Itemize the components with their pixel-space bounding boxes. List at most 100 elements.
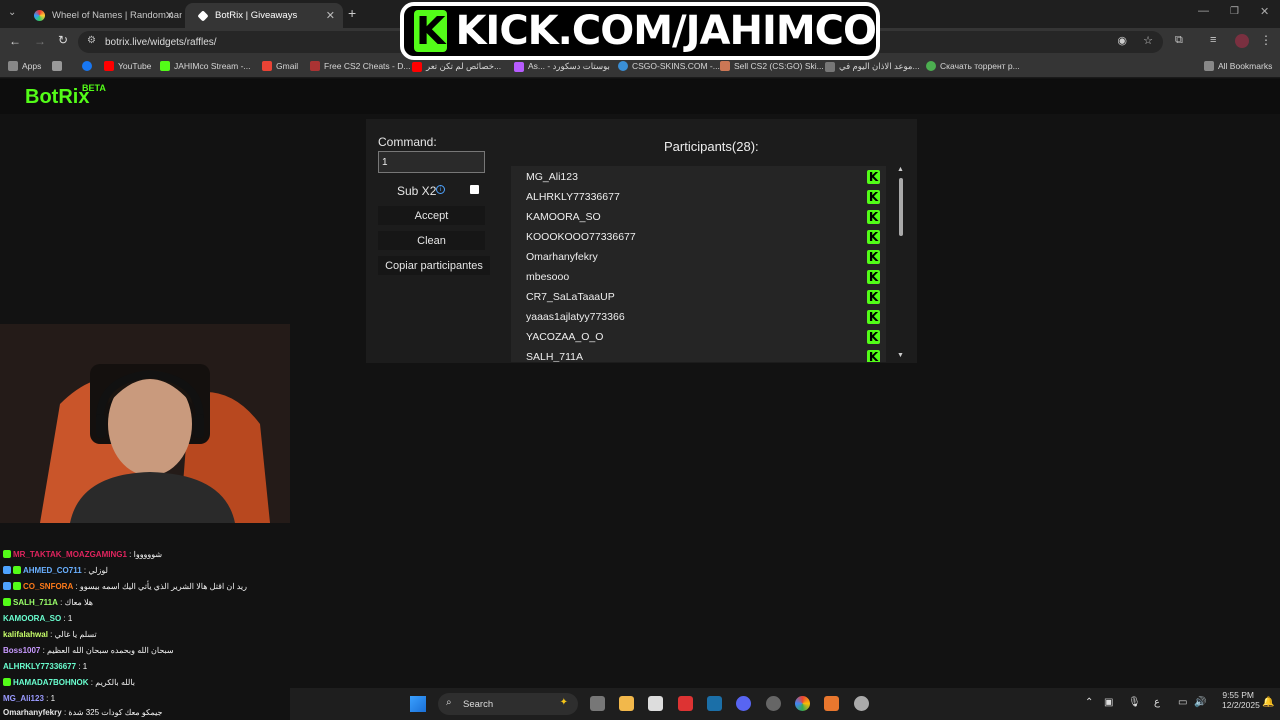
windows-start-icon[interactable] — [410, 696, 426, 712]
chat-text: : شوووووا — [129, 549, 163, 559]
chat-message: ALHRKLY77336677 : 1 — [3, 659, 87, 673]
bookmark-label: As... - بوستات دسكورد — [528, 61, 610, 71]
scroll-down-icon[interactable]: ▼ — [897, 352, 904, 359]
bookmark-gmail[interactable]: Gmail — [262, 61, 298, 71]
participants-list[interactable]: MG_Ali123 K ALHRKLY77336677 K KAMOORA_SO… — [511, 166, 886, 362]
file-explorer-icon[interactable] — [619, 696, 634, 711]
tab-botrix[interactable]: BotRix | Giveaways ✕ — [185, 3, 343, 28]
tab-wheel-of-names[interactable]: Wheel of Names | Random nam ✕ — [22, 3, 182, 28]
sub-x2-label: Sub X2 — [397, 184, 437, 198]
reload-icon[interactable]: ↻ — [58, 33, 68, 47]
copy-participants-button[interactable]: Copiar participantes — [378, 256, 490, 275]
participants-scrollbar[interactable]: ▲ ▼ — [896, 166, 906, 362]
scroll-up-icon[interactable]: ▲ — [897, 166, 904, 173]
clock[interactable]: 9:55 PM 12/2/2025 — [1222, 690, 1260, 710]
adobe-icon[interactable] — [678, 696, 693, 711]
profile-avatar[interactable] — [1235, 34, 1249, 48]
close-icon[interactable]: ✕ — [326, 9, 335, 22]
back-icon[interactable]: ← — [9, 34, 21, 48]
bookmark-facebook[interactable] — [82, 61, 92, 71]
scrollbar-thumb[interactable] — [899, 178, 903, 236]
new-tab-button[interactable]: + — [348, 5, 356, 21]
obs-icon[interactable] — [766, 696, 781, 711]
chat-username: MR_TAKTAK_MOAZGAMING1 — [13, 549, 127, 559]
bookmark-torrent[interactable]: Скачать торрент р... — [926, 61, 1020, 71]
settings-gear-icon[interactable] — [854, 696, 869, 711]
network-icon[interactable]: ▭ — [1178, 697, 1187, 708]
chat-username: ALHRKLY77336677 — [3, 661, 77, 671]
bookmark-csgo-skins[interactable]: CSGO-SKINS.COM -... — [618, 61, 720, 71]
bookmark-sell-cs2[interactable]: Sell CS2 (CS:GO) Ski... — [720, 61, 824, 71]
bookmark-discord[interactable]: As... - بوستات دسكورد — [514, 61, 610, 72]
chat-text: : ريد ان اقتل هالا الشرير الذي يأتي اليك… — [75, 581, 248, 591]
forward-icon[interactable]: → — [34, 34, 46, 48]
task-view-icon[interactable] — [590, 696, 605, 711]
all-bookmarks[interactable]: All Bookmarks — [1204, 61, 1272, 71]
bookmark-youtube-ar[interactable]: خصائص لم تكن تعر... — [412, 61, 501, 72]
steam-icon[interactable] — [707, 696, 722, 711]
torrent-icon — [926, 61, 936, 71]
cheat-icon — [310, 61, 320, 71]
chat-text: : سبحان الله وبحمده سبحان الله العظيم — [42, 645, 174, 655]
chat-text: : جيمكو معك كودات 325 شدة — [63, 707, 163, 717]
chat-message: Omarhanyfekry : جيمكو معك كودات 325 شدة — [3, 705, 162, 719]
minimize-icon[interactable]: — — [1198, 5, 1209, 17]
prayer-icon — [825, 61, 835, 72]
streamer-webcam-image — [0, 324, 290, 523]
bookmark-star-icon[interactable]: ☆ — [1143, 34, 1153, 47]
chrome-icon[interactable] — [795, 696, 810, 711]
tab-title: Wheel of Names | Random nam — [52, 10, 182, 21]
close-icon[interactable]: ✕ — [165, 9, 174, 22]
chat-username: MG_Ali123 — [3, 693, 44, 703]
youtube-icon — [104, 61, 114, 71]
botrix-logo[interactable]: BotRix BETA — [25, 83, 106, 109]
bookmark-label: CSGO-SKINS.COM -... — [632, 61, 720, 71]
clock-date: 12/2/2025 — [1222, 700, 1260, 710]
notification-bell-icon[interactable]: 🔔 — [1262, 697, 1274, 708]
chat-message: MR_TAKTAK_MOAZGAMING1 : شوووووا — [3, 547, 162, 561]
menu-icon[interactable]: ⋮ — [1260, 33, 1272, 47]
apps-grid-icon — [8, 61, 18, 71]
command-input[interactable] — [378, 151, 485, 173]
bookmark-cs2-cheats[interactable]: Free CS2 Cheats - D... — [310, 61, 410, 71]
bookmark-apps[interactable]: Apps — [8, 61, 41, 71]
reading-list-icon[interactable]: ≡ — [1210, 34, 1216, 46]
chat-message: AHMED_CO711 : لوزلي — [3, 563, 108, 577]
sub-x2-checkbox[interactable] — [470, 185, 479, 194]
search-label: Search — [463, 698, 494, 710]
participants-title: Participants(28): — [664, 139, 759, 154]
kick-channel-banner: K KICK.COM/JAHIMCO — [400, 2, 880, 60]
kick-icon: K — [867, 330, 880, 344]
maximize-icon[interactable]: ❐ — [1230, 6, 1239, 17]
kick-icon: K — [867, 230, 880, 244]
bookmark-grid[interactable] — [52, 61, 62, 71]
volume-icon[interactable]: 🔊 — [1194, 697, 1206, 708]
app-a-icon[interactable] — [824, 696, 839, 711]
tray-chevron-icon[interactable]: ⌃ — [1085, 697, 1093, 708]
taskbar-search[interactable]: ⌕ Search ✦ — [438, 693, 578, 715]
eye-off-icon[interactable]: ◉ — [1117, 34, 1127, 47]
tab-search-icon[interactable]: ⌄ — [8, 7, 16, 18]
extensions-icon[interactable]: ⧉ — [1175, 34, 1183, 47]
site-info-icon[interactable]: ⚙ — [87, 35, 96, 46]
participant-row: SALH_711A — [526, 351, 584, 362]
bookmark-youtube[interactable]: YouTube — [104, 61, 151, 71]
discord-icon[interactable] — [736, 696, 751, 711]
bookmark-label: خصائص لم تكن تعر... — [426, 61, 502, 71]
chat-text: : 1 — [78, 661, 88, 671]
clean-button[interactable]: Clean — [378, 231, 485, 250]
keyboard-language[interactable]: ع — [1154, 697, 1160, 708]
info-icon[interactable]: i — [436, 185, 445, 194]
kick-icon: K — [867, 190, 880, 204]
microphone-icon[interactable]: 🎙 — [1128, 697, 1141, 708]
participant-row: ALHRKLY77336677 — [526, 191, 620, 203]
bookmark-prayer-times[interactable]: موعد الاذان اليوم في... — [825, 61, 920, 72]
bookmark-label: موعد الاذان اليوم في... — [839, 61, 920, 71]
tray-app-icon[interactable]: ▣ — [1104, 697, 1113, 708]
bookmark-jahimco[interactable]: JAHIMco Stream -... — [160, 61, 251, 71]
gog-icon[interactable] — [648, 696, 663, 711]
close-window-icon[interactable]: ✕ — [1260, 5, 1269, 18]
chat-username: AHMED_CO711 — [23, 565, 82, 575]
accept-button[interactable]: Accept — [378, 206, 485, 225]
kick-channel-text: KICK.COM/JAHIMCO — [455, 8, 877, 54]
